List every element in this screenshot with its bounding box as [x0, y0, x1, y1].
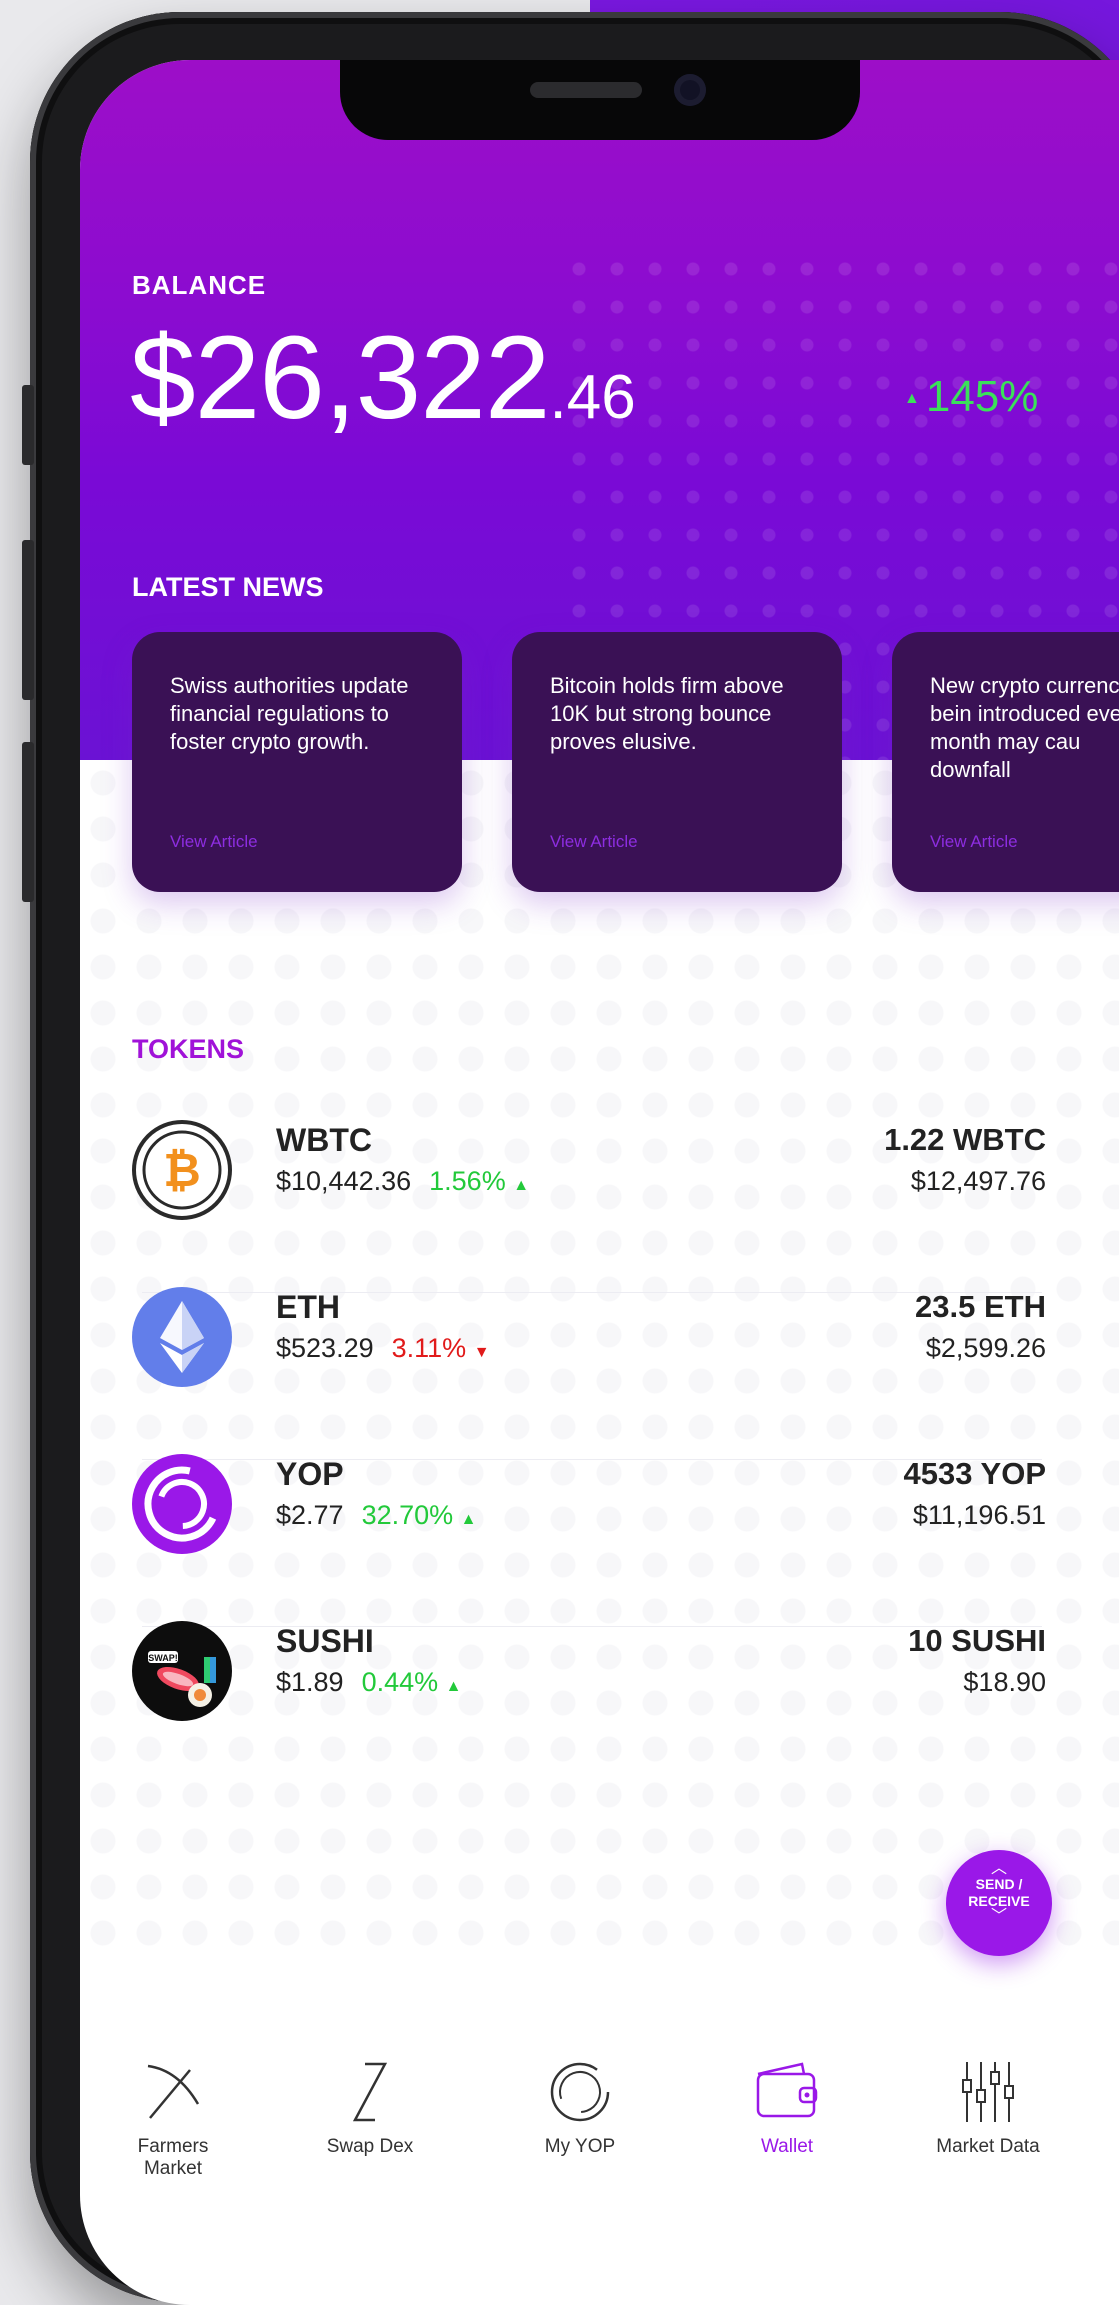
token-change-value: 0.44%: [361, 1667, 439, 1697]
token-row-eth[interactable]: ETH $523.29 3.11% ▼ 23.5 ETH $2,599.26: [80, 1267, 1119, 1435]
view-article-link[interactable]: View Article: [170, 832, 258, 852]
news-text: New crypto currencies bein introduced ev…: [930, 673, 1119, 782]
nav-label: Wallet: [760, 2136, 814, 2157]
nav-my-yop[interactable]: My YOP: [490, 2060, 670, 2158]
down-triangle-icon: ▼: [473, 1344, 490, 1361]
token-symbol: SUSHI: [276, 1623, 374, 1659]
chevron-up-icon: ︿: [990, 1860, 1007, 1877]
bottom-nav: Farmers Market Swap Dex My YOP Wallet Ma…: [80, 2060, 1119, 2250]
token-value: $18.90: [963, 1667, 1046, 1697]
latest-news-label: LATEST NEWS: [132, 572, 324, 602]
token-price: $10,442.36 1.56% ▲: [276, 1166, 529, 1197]
chevron-down-icon: ﹀: [990, 1908, 1007, 1925]
up-triangle-icon: ▲: [445, 1678, 462, 1695]
balance-change-value: 145%: [925, 372, 1039, 421]
news-text: Bitcoin holds firm above 10K but strong …: [550, 673, 784, 754]
token-amount: 10 SUSHI: [908, 1623, 1046, 1658]
nav-swap-dex[interactable]: Swap Dex: [280, 2060, 460, 2158]
token-row-wbtc[interactable]: ₿ WBTC $10,442.36 1.56% ▲ 1.22 WBTC $12,4…: [80, 1100, 1119, 1268]
view-article-link[interactable]: View Article: [550, 832, 638, 852]
token-row-sushi[interactable]: SWAP! SUSHI $1.89 0.44% ▲ 10 SUSHI $18.90: [80, 1601, 1119, 1769]
pickaxe-icon: [147, 2064, 200, 2119]
up-triangle-icon: ▲: [460, 1511, 477, 1528]
nav-label: Farmers Market: [137, 2136, 209, 2179]
token-symbol: YOP: [276, 1456, 344, 1492]
nav-label: My YOP: [544, 2136, 616, 2157]
token-value: $11,196.51: [912, 1500, 1046, 1530]
token-value: $12,497.76: [910, 1166, 1046, 1196]
token-change-value: 32.70%: [361, 1500, 454, 1530]
token-price-value: $10,442.36: [276, 1166, 412, 1196]
token-price: $2.77 32.70% ▲: [276, 1500, 477, 1531]
swap-icon: [352, 2062, 388, 2122]
token-amount: 4533 YOP: [903, 1456, 1046, 1491]
token-symbol: ETH: [276, 1289, 340, 1325]
nav-label: Market Data: [936, 2136, 1040, 2157]
token-price-value: $2.77: [276, 1500, 344, 1530]
news-card[interactable]: New crypto currencies bein introduced ev…: [892, 632, 1119, 892]
token-price: $1.89 0.44% ▲: [276, 1667, 462, 1698]
up-triangle-icon: ▲: [904, 390, 920, 408]
balance-label: BALANCE: [132, 270, 267, 300]
token-amount: 1.22 WBTC: [884, 1122, 1046, 1157]
send-receive-button[interactable]: ︿ SEND / RECEIVE ﹀: [946, 1850, 1052, 1956]
nav-farmers-market[interactable]: Farmers Market: [83, 2060, 263, 2180]
token-change: 0.44% ▲: [362, 1667, 462, 1697]
svg-text:₿: ₿: [163, 1144, 201, 1196]
token-change: 1.56% ▲: [429, 1166, 529, 1196]
up-triangle-icon: ▲: [513, 1177, 530, 1194]
send-label: SEND /: [975, 1876, 1023, 1892]
speaker: [530, 82, 642, 98]
token-row-yop[interactable]: YOP $2.77 32.70% ▲ 4533 YOP $11,196.51: [80, 1434, 1119, 1602]
notch: [340, 60, 860, 140]
token-price: $523.29 3.11% ▼: [276, 1333, 490, 1364]
nav-label: Swap Dex: [326, 2136, 414, 2157]
camera: [674, 74, 706, 106]
nav-wallet[interactable]: Wallet: [697, 2060, 877, 2158]
balance-whole: $26,322: [130, 312, 551, 444]
news-card[interactable]: Swiss authorities update financial regul…: [132, 632, 462, 892]
mute-switch: [22, 385, 34, 465]
token-change-value: 3.11%: [391, 1333, 467, 1363]
token-change: 3.11% ▼: [392, 1333, 490, 1363]
token-amount: 23.5 ETH: [915, 1289, 1046, 1324]
svg-text:SWAP!: SWAP!: [148, 1653, 178, 1663]
ethereum-icon: [132, 1287, 232, 1387]
balance-change: ▲ 145%: [904, 372, 1038, 422]
app-screen: BALANCE $26,322.46 ▲ 145% LATEST NEWS Swi…: [80, 60, 1119, 2305]
token-value: $2,599.26: [925, 1333, 1046, 1363]
tokens-label: TOKENS: [132, 1034, 245, 1064]
balance-cents: .46: [549, 363, 636, 432]
balance-amount: $26,322.46: [130, 310, 636, 446]
wallet-icon: [756, 2062, 818, 2118]
nav-market-data[interactable]: Market Data: [898, 2060, 1078, 2158]
news-card[interactable]: Bitcoin holds firm above 10K but strong …: [512, 632, 842, 892]
token-symbol: WBTC: [276, 1122, 372, 1158]
volume-down-button: [22, 742, 34, 902]
token-change-value: 1.56%: [429, 1166, 506, 1196]
news-text: Swiss authorities update financial regul…: [170, 673, 409, 754]
token-change: 32.70% ▲: [362, 1500, 477, 1530]
yop-icon: [132, 1454, 232, 1554]
view-article-link[interactable]: View Article: [930, 832, 1018, 852]
bitcoin-icon: ₿: [132, 1120, 232, 1220]
token-price-value: $1.89: [276, 1667, 344, 1697]
yop-ring-icon: [550, 2062, 610, 2122]
sliders-icon: [962, 2062, 1014, 2122]
token-price-value: $523.29: [276, 1333, 374, 1363]
sushi-icon: SWAP!: [132, 1621, 232, 1721]
volume-up-button: [22, 540, 34, 700]
